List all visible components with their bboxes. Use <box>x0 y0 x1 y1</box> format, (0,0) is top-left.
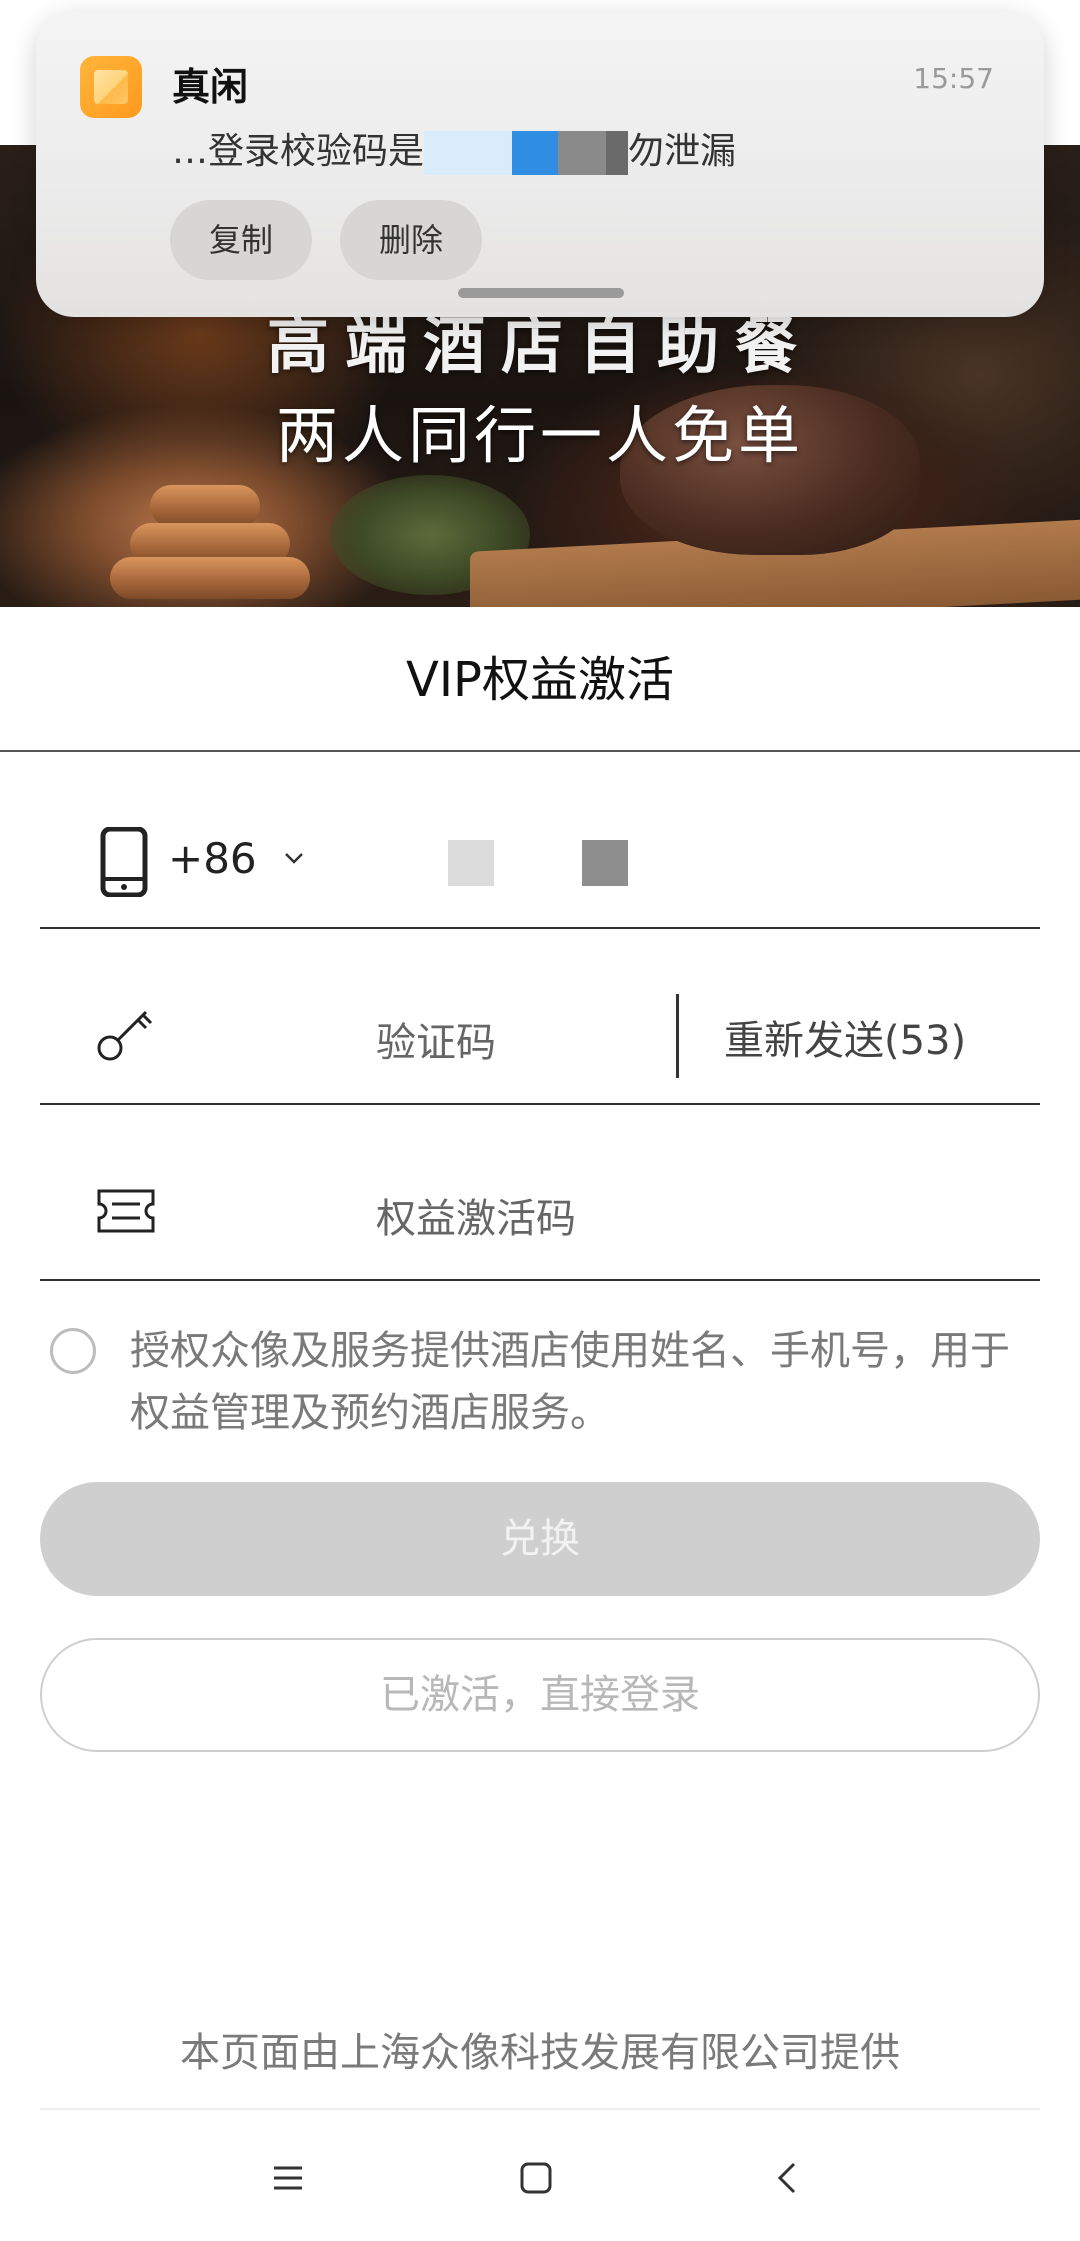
activation-code-row[interactable]: 权益激活码 <box>40 1104 1040 1281</box>
agreement-text: 授权众像及服务提供酒店使用姓名、手机号，用于权益管理及预约酒店服务。 <box>130 1328 1010 1436</box>
banner-sausage <box>150 485 260 527</box>
smartphone-icon <box>100 827 148 897</box>
delete-button[interactable]: 删除 <box>340 200 482 280</box>
notification-body-suffix: 勿泄漏 <box>628 131 737 172</box>
ticket-icon <box>97 1189 155 1233</box>
notification-drag-handle[interactable] <box>458 288 624 298</box>
chevron-down-icon[interactable] <box>280 844 308 872</box>
footer-divider <box>40 2108 1040 2110</box>
resend-code-button[interactable]: 重新发送(53) <box>724 1008 966 1066</box>
verification-code-row[interactable]: 验证码 重新发送(53) <box>40 928 1040 1105</box>
agreement-checkbox[interactable] <box>50 1328 96 1374</box>
notification-card[interactable]: 真闲 15:57 …登录校验码是 勿泄漏 复制 删除 <box>36 12 1044 317</box>
key-icon <box>97 1010 153 1061</box>
copy-button[interactable]: 复制 <box>170 200 312 280</box>
app-icon <box>80 56 142 118</box>
home-square-icon[interactable] <box>506 2148 566 2208</box>
country-code-select[interactable]: +86 <box>168 834 257 883</box>
field-divider <box>676 994 679 1078</box>
banner-subheadline: 两人同行一人免单 <box>275 399 804 472</box>
activation-code-input[interactable]: 权益激活码 <box>376 1186 576 1244</box>
verification-code-input[interactable]: 验证码 <box>376 1010 496 1068</box>
phone-redaction-mask <box>582 840 628 886</box>
phone-row[interactable]: +86 <box>40 752 1040 929</box>
notification-app-name: 真闲 <box>172 65 249 109</box>
activated-login-button[interactable]: 已激活，直接登录 <box>40 1638 1040 1752</box>
notification-time: 15:57 <box>913 62 994 95</box>
redaction-mask <box>424 131 513 175</box>
page-title: VIP权益激活 <box>406 652 674 708</box>
redaction-mask <box>512 131 559 175</box>
redaction-mask <box>606 131 629 175</box>
phone-redaction-mask <box>448 840 494 886</box>
menu-icon[interactable] <box>258 2148 318 2208</box>
banner-sausage <box>110 557 310 599</box>
back-arrow-icon[interactable] <box>758 2148 818 2208</box>
redaction-mask <box>558 131 607 175</box>
notification-body-prefix: …登录校验码是 <box>172 131 425 172</box>
notification-body: …登录校验码是 勿泄漏 <box>172 122 736 175</box>
redeem-button[interactable]: 兑换 <box>40 1482 1040 1596</box>
provider-footer: 本页面由上海众像科技发展有限公司提供 <box>180 2030 900 2076</box>
